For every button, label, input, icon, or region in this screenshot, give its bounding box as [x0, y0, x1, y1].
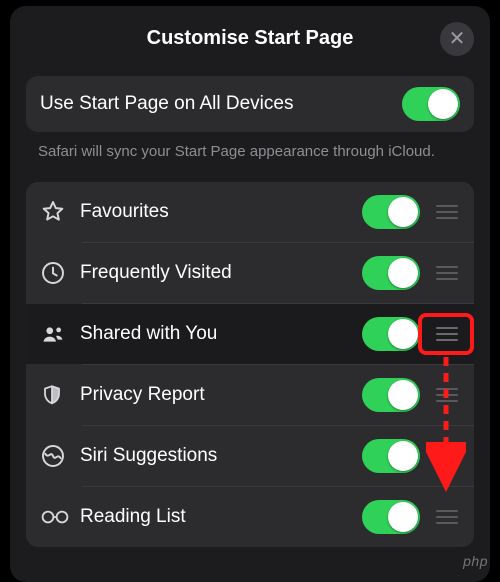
customise-start-page-sheet: Customise Start Page ✕ Use Start Page on…	[10, 6, 490, 582]
sections-list: Favourites Frequently Visited Shared wit…	[26, 182, 474, 547]
clock-icon	[40, 260, 80, 286]
section-toggle-people[interactable]	[362, 317, 420, 351]
sheet-title: Customise Start Page	[147, 27, 354, 50]
section-label: Favourites	[80, 201, 362, 223]
section-label: Frequently Visited	[80, 262, 362, 284]
sync-label: Use Start Page on All Devices	[40, 93, 402, 115]
section-label: Privacy Report	[80, 384, 362, 406]
section-toggle-star[interactable]	[362, 195, 420, 229]
close-button[interactable]: ✕	[440, 22, 474, 56]
star-icon	[40, 199, 80, 225]
section-label: Reading List	[80, 506, 362, 528]
reorder-handle[interactable]	[430, 510, 464, 524]
section-toggle-glasses[interactable]	[362, 500, 420, 534]
section-row-siri: Siri Suggestions	[26, 426, 474, 486]
close-icon: ✕	[449, 29, 466, 49]
section-toggle-siri[interactable]	[362, 439, 420, 473]
section-row-people: Shared with You	[26, 304, 474, 364]
section-label: Siri Suggestions	[80, 445, 362, 467]
reorder-handle[interactable]	[430, 205, 464, 219]
reorder-handle[interactable]	[430, 266, 464, 280]
sheet-header: Customise Start Page ✕	[10, 6, 490, 70]
sync-toggle[interactable]	[402, 87, 460, 121]
section-row-shield: Privacy Report	[26, 365, 474, 425]
shield-icon	[40, 382, 80, 408]
sync-note: Safari will sync your Start Page appeara…	[10, 132, 490, 176]
section-row-star: Favourites	[26, 182, 474, 242]
section-row-glasses: Reading List	[26, 487, 474, 547]
section-row-clock: Frequently Visited	[26, 243, 474, 303]
reorder-handle[interactable]	[430, 327, 464, 341]
reorder-handle[interactable]	[430, 388, 464, 402]
section-toggle-shield[interactable]	[362, 378, 420, 412]
sync-row: Use Start Page on All Devices	[26, 76, 474, 132]
people-icon	[40, 321, 80, 347]
sync-group: Use Start Page on All Devices	[26, 76, 474, 132]
watermark: php	[463, 553, 488, 569]
glasses-icon	[40, 507, 80, 527]
section-label: Shared with You	[80, 323, 362, 345]
section-toggle-clock[interactable]	[362, 256, 420, 290]
siri-icon	[40, 443, 80, 469]
reorder-handle[interactable]	[430, 449, 464, 463]
